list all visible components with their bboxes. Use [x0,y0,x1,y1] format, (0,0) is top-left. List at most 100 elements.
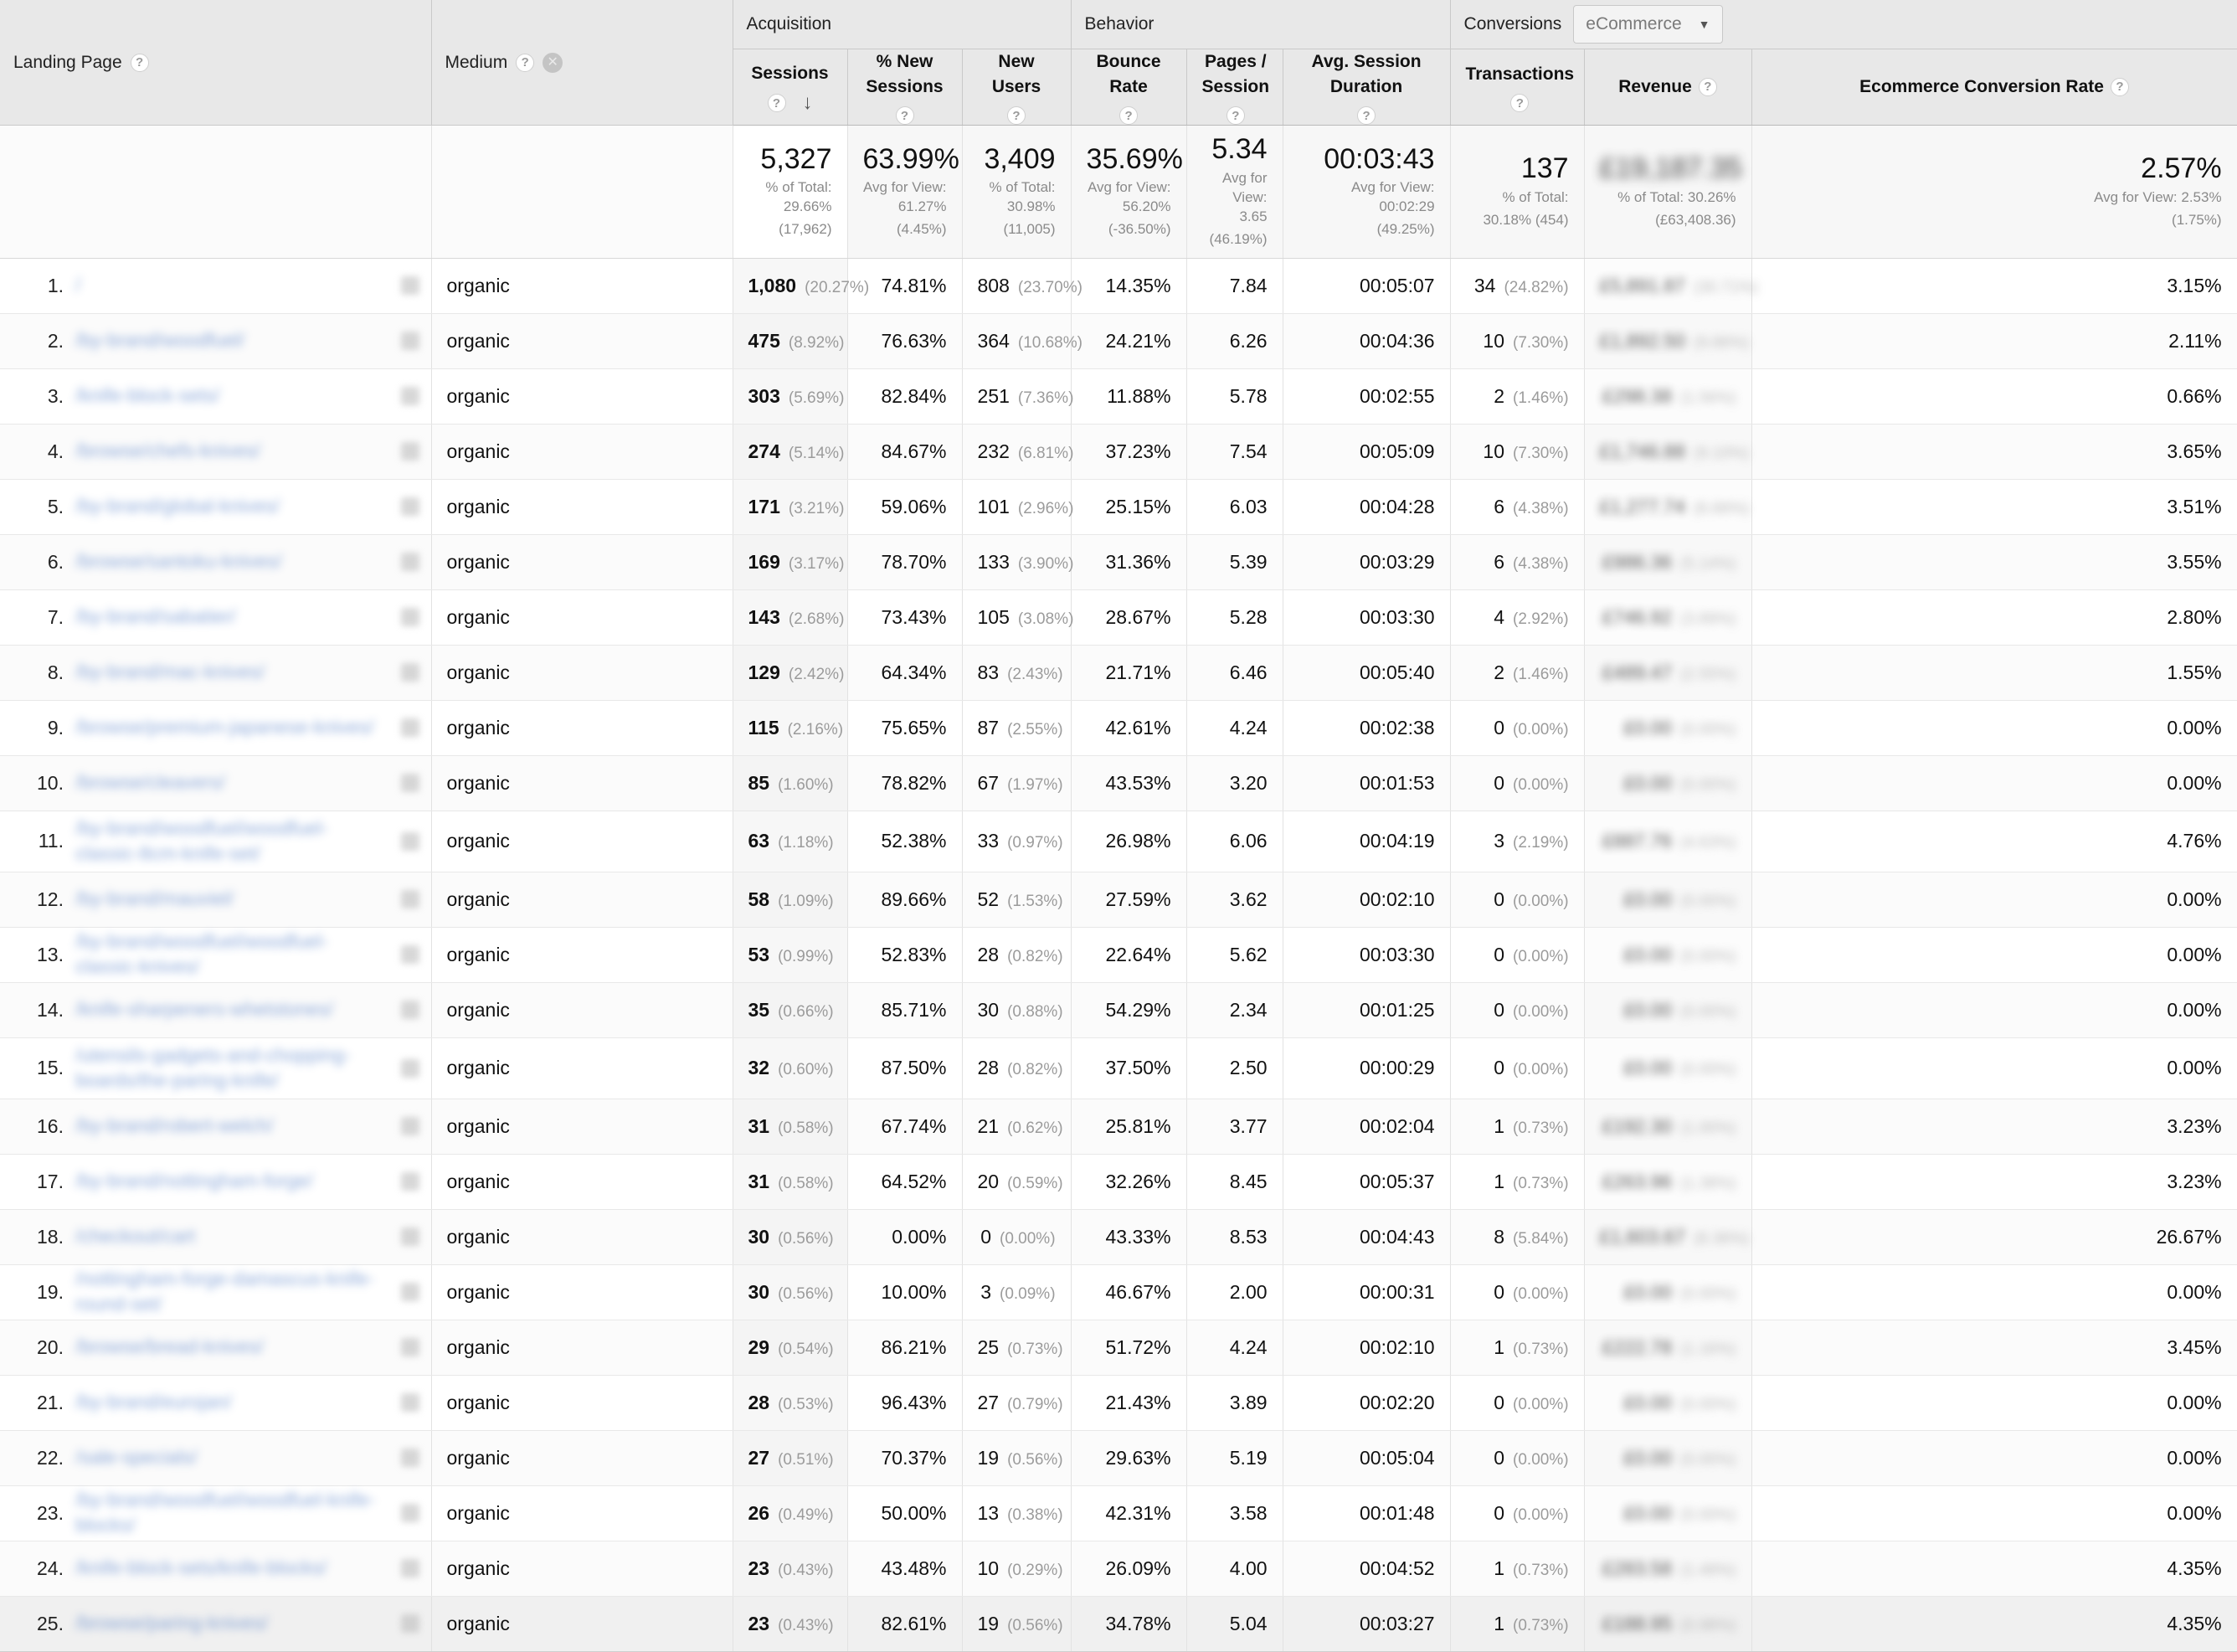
column-header-avg-session-duration[interactable]: Avg. Session Duration ? [1283,49,1451,126]
open-in-new-icon[interactable] [400,663,419,682]
help-icon[interactable]: ? [130,53,149,72]
open-in-new-icon[interactable] [400,1172,419,1191]
column-header-transactions[interactable]: Transactions ? [1450,49,1585,126]
help-icon[interactable]: ? [1510,94,1530,113]
sessions-cell: 26 (0.49%) [733,1485,848,1541]
bounce-rate-cell-value: 26.98% [1105,830,1171,852]
open-in-new-icon[interactable] [400,1058,419,1078]
sessions-cell-value: 26 [748,1501,770,1524]
help-icon[interactable]: ? [767,94,786,113]
open-in-new-icon[interactable] [400,442,419,461]
table-row: 4. /browse/chefs-knives/organic 274 (5.14%)… [0,424,2237,480]
help-icon[interactable]: ? [1119,106,1139,126]
open-in-new-icon[interactable] [400,1338,419,1356]
arrow-down-icon[interactable]: ↓ [803,93,813,113]
revenue-percent: (9.10%) [1693,444,1750,462]
row-index: 20. [37,1335,64,1358]
open-in-new-icon[interactable] [400,1001,419,1019]
open-in-new-icon[interactable] [400,332,419,350]
landing-page-link[interactable]: /nottingham-forge-damascus-knife-round-s… [75,1267,389,1317]
help-icon[interactable]: ? [1226,106,1245,126]
open-in-new-icon[interactable] [400,774,419,792]
landing-page-link[interactable]: /by-brand/eurojan/ [75,1390,389,1415]
landing-page-link[interactable]: /utensils-gadgets-and-chopping-boards/th… [75,1043,389,1094]
landing-page-link[interactable]: /knife-sharpeners-whetstones/ [75,997,389,1022]
summary-medium-cell [431,125,733,259]
new-users-cell: 52 (1.53%) [962,872,1072,928]
landing-page-link[interactable]: / [75,273,389,298]
open-in-new-icon[interactable] [400,945,419,965]
landing-page-link[interactable]: /browse/santoku-knives/ [75,549,389,574]
medium-value: organic [446,1170,510,1192]
help-icon[interactable]: ? [516,53,535,72]
help-icon[interactable]: ? [1007,106,1026,126]
open-in-new-icon[interactable] [400,608,419,626]
open-in-new-icon[interactable] [400,1559,419,1577]
column-header-medium[interactable]: Medium ? ✕ [431,0,733,126]
pages-session-cell-value: 5.62 [1229,943,1268,965]
row-index: 16. [37,1114,64,1137]
landing-page-link[interactable]: /by-brand/woodfuel/woodfuel-classic-8cm-… [75,816,389,867]
revenue-cell: £298.38 (1.56%) [1584,368,1752,425]
landing-page-link[interactable]: /by-brand/woodfuel/woodfuel-knife-blocks… [75,1488,389,1538]
help-icon[interactable]: ? [2110,77,2129,96]
sessions-cell: 63 (1.18%) [733,811,848,872]
bounce-rate-cell-value: 43.33% [1105,1225,1171,1248]
landing-page-link[interactable]: /by-brand/nottingham-forge/ [75,1169,389,1194]
open-in-new-icon[interactable] [400,890,419,908]
bounce-rate-cell-value: 37.23% [1105,440,1171,462]
close-icon[interactable]: ✕ [543,52,563,73]
landing-page-link[interactable]: /browse/chefs-knives/ [75,439,389,464]
revenue-value: £746.92 (3.89%) [1602,605,1736,628]
revenue-value: £0.00 (0.00%) [1623,1391,1736,1413]
landing-page-link[interactable]: /knife-block-sets/knife-blocks/ [75,1556,389,1581]
landing-page-link[interactable]: /browse/bread-knives/ [75,1335,389,1360]
landing-page-link[interactable]: /checkout/cart [75,1224,389,1249]
open-in-new-icon[interactable] [400,497,419,516]
open-in-new-icon[interactable] [400,1449,419,1467]
column-header-new-users[interactable]: New Users ? [962,49,1072,126]
landing-page-link[interactable]: /by-brand/robert-welch/ [75,1114,389,1139]
open-in-new-icon[interactable] [400,1227,419,1246]
landing-page-link[interactable]: /sale-specials/ [75,1445,389,1470]
new-users-cell: 33 (0.97%) [962,811,1072,872]
open-in-new-icon[interactable] [400,718,419,737]
landing-page-link[interactable]: /by-brand/mauviel/ [75,887,389,912]
landing-page-link[interactable]: /by-brand/sabatier/ [75,605,389,630]
column-header-new-sessions-pct[interactable]: % New Sessions ? [847,49,963,126]
new-users-cell-percent: (7.36%) [1017,389,1074,407]
help-icon[interactable]: ? [1357,106,1376,126]
column-header-bounce-rate[interactable]: Bounce Rate ? [1071,49,1187,126]
column-header-revenue[interactable]: Revenue ? [1584,49,1752,126]
open-in-new-icon[interactable] [400,276,419,295]
column-header-pages-session[interactable]: Pages / Session ? [1186,49,1283,126]
landing-page-link[interactable]: /browse/premium-japanese-knives/ [75,715,389,740]
landing-page-link[interactable]: /by-brand/mac-knives/ [75,660,389,685]
open-in-new-icon[interactable] [400,1393,419,1412]
landing-page-link[interactable]: /by-brand/global-knives/ [75,494,389,519]
medium-cell: organic [431,1375,733,1431]
conversions-select[interactable]: eCommerce ▼ [1573,4,1723,44]
avg-duration-cell: 00:05:40 [1283,645,1451,701]
new-sessions-pct-cell-value: 43.48% [881,1557,947,1579]
help-icon[interactable]: ? [1698,77,1717,96]
column-header-ecommerce-conversion-rate[interactable]: Ecommerce Conversion Rate ? [1751,49,2237,126]
landing-page-link[interactable]: /browse/cleavers/ [75,770,389,795]
sessions-cell-value: 28 [748,1391,770,1413]
help-icon[interactable]: ? [895,106,914,126]
landing-page-link[interactable]: /by-brand/woodfuel/woodfuel-classic-kniv… [75,929,389,980]
landing-page-link[interactable]: /by-brand/woodfuel/ [75,328,389,353]
open-in-new-icon[interactable] [400,553,419,571]
landing-page-link[interactable]: /knife-block-sets/ [75,383,389,409]
open-in-new-icon[interactable] [400,1117,419,1135]
sessions-cell-percent: (5.69%) [788,389,845,407]
open-in-new-icon[interactable] [400,1283,419,1302]
revenue-percent: (6.66%) [1693,499,1750,517]
open-in-new-icon[interactable] [400,831,419,851]
open-in-new-icon[interactable] [400,387,419,405]
column-header-landing-page[interactable]: Landing Page ? [0,0,432,126]
column-header-sessions[interactable]: Sessions ? ↓ [733,49,848,126]
open-in-new-icon[interactable] [400,1614,419,1633]
landing-page-link[interactable]: /browse/paring-knives/ [75,1611,389,1636]
open-in-new-icon[interactable] [400,1504,419,1523]
